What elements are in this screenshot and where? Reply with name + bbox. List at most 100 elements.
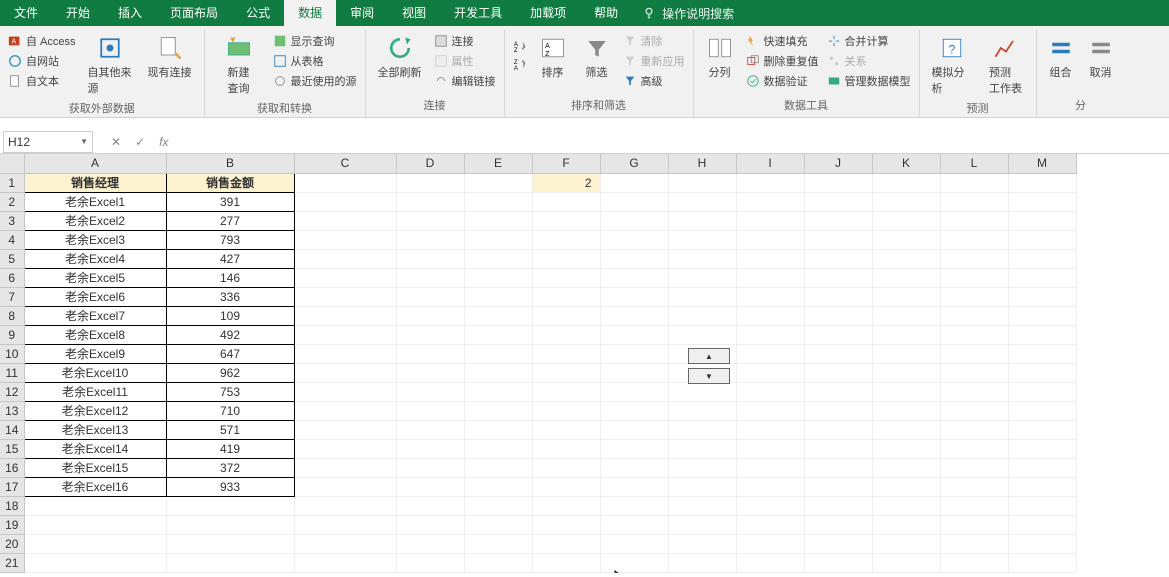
btn-sort-desc[interactable]: ZA (511, 56, 529, 72)
cell-G15[interactable] (600, 439, 668, 458)
cell-M6[interactable] (1008, 268, 1076, 287)
formula-input[interactable] (186, 131, 1169, 153)
btn-new-query[interactable]: 新建 查询 (211, 30, 267, 98)
btn-from-access[interactable]: A自 Access (6, 32, 78, 50)
cell-M20[interactable] (1008, 534, 1076, 553)
cell-H9[interactable] (668, 325, 736, 344)
row-header-6[interactable]: 6 (0, 268, 24, 287)
cell-E16[interactable] (464, 458, 532, 477)
cell-B21[interactable] (166, 553, 294, 572)
cell-A2[interactable]: 老余Excel1 (24, 192, 166, 211)
tab-layout[interactable]: 页面布局 (156, 0, 232, 26)
cell-A10[interactable]: 老余Excel9 (24, 344, 166, 363)
cell-L1[interactable] (940, 173, 1008, 192)
cell-D3[interactable] (396, 211, 464, 230)
cell-L19[interactable] (940, 515, 1008, 534)
cell-L13[interactable] (940, 401, 1008, 420)
cell-M11[interactable] (1008, 363, 1076, 382)
col-header-A[interactable]: A (24, 154, 166, 173)
cell-H6[interactable] (668, 268, 736, 287)
cell-A6[interactable]: 老余Excel5 (24, 268, 166, 287)
cell-A11[interactable]: 老余Excel10 (24, 363, 166, 382)
cell-L11[interactable] (940, 363, 1008, 382)
confirm-formula-icon[interactable]: ✓ (135, 135, 145, 149)
cell-I9[interactable] (736, 325, 804, 344)
cell-J8[interactable] (804, 306, 872, 325)
row-header-17[interactable]: 17 (0, 477, 24, 496)
btn-what-if[interactable]: ? 模拟分析 (926, 30, 978, 98)
cell-D11[interactable] (396, 363, 464, 382)
cell-A7[interactable]: 老余Excel6 (24, 287, 166, 306)
cell-J6[interactable] (804, 268, 872, 287)
cell-B16[interactable]: 372 (166, 458, 294, 477)
col-header-E[interactable]: E (464, 154, 532, 173)
cell-K15[interactable] (872, 439, 940, 458)
tab-addins[interactable]: 加载项 (516, 0, 580, 26)
cell-A4[interactable]: 老余Excel3 (24, 230, 166, 249)
cell-I19[interactable] (736, 515, 804, 534)
btn-edit-links[interactable]: 编辑链接 (432, 72, 498, 90)
cell-C11[interactable] (294, 363, 396, 382)
cell-A13[interactable]: 老余Excel12 (24, 401, 166, 420)
tab-dev[interactable]: 开发工具 (440, 0, 516, 26)
tab-file[interactable]: 文件 (0, 0, 52, 26)
cell-J2[interactable] (804, 192, 872, 211)
cell-E11[interactable] (464, 363, 532, 382)
cell-I18[interactable] (736, 496, 804, 515)
cell-E3[interactable] (464, 211, 532, 230)
cell-B4[interactable]: 793 (166, 230, 294, 249)
tab-formulas[interactable]: 公式 (232, 0, 284, 26)
cell-E10[interactable] (464, 344, 532, 363)
cell-K7[interactable] (872, 287, 940, 306)
row-header-2[interactable]: 2 (0, 192, 24, 211)
cell-I4[interactable] (736, 230, 804, 249)
btn-data-model[interactable]: 管理数据模型 (825, 72, 913, 90)
btn-connections[interactable]: 连接 (432, 32, 498, 50)
cell-C16[interactable] (294, 458, 396, 477)
cell-H16[interactable] (668, 458, 736, 477)
cell-D17[interactable] (396, 477, 464, 496)
cell-M1[interactable] (1008, 173, 1076, 192)
cell-G14[interactable] (600, 420, 668, 439)
cell-M13[interactable] (1008, 401, 1076, 420)
cell-E6[interactable] (464, 268, 532, 287)
cell-C21[interactable] (294, 553, 396, 572)
cell-F15[interactable] (532, 439, 600, 458)
row-header-12[interactable]: 12 (0, 382, 24, 401)
cell-E19[interactable] (464, 515, 532, 534)
cell-F2[interactable] (532, 192, 600, 211)
col-header-K[interactable]: K (872, 154, 940, 173)
cell-E20[interactable] (464, 534, 532, 553)
cell-M12[interactable] (1008, 382, 1076, 401)
cell-A1[interactable]: 销售经理 (24, 173, 166, 192)
cell-H4[interactable] (668, 230, 736, 249)
btn-from-table[interactable]: 从表格 (271, 52, 359, 70)
cell-D6[interactable] (396, 268, 464, 287)
cell-G8[interactable] (600, 306, 668, 325)
row-header-16[interactable]: 16 (0, 458, 24, 477)
cell-B5[interactable]: 427 (166, 249, 294, 268)
cell-J14[interactable] (804, 420, 872, 439)
cell-A21[interactable] (24, 553, 166, 572)
btn-ungroup[interactable]: 取消 (1083, 30, 1119, 82)
row-header-19[interactable]: 19 (0, 515, 24, 534)
cell-J12[interactable] (804, 382, 872, 401)
cell-K9[interactable] (872, 325, 940, 344)
cell-M14[interactable] (1008, 420, 1076, 439)
cell-D4[interactable] (396, 230, 464, 249)
cell-D19[interactable] (396, 515, 464, 534)
cell-F11[interactable] (532, 363, 600, 382)
cell-B1[interactable]: 销售金额 (166, 173, 294, 192)
spin-down-button[interactable]: ▼ (688, 368, 730, 384)
cell-E13[interactable] (464, 401, 532, 420)
cell-C10[interactable] (294, 344, 396, 363)
cell-K5[interactable] (872, 249, 940, 268)
cell-I17[interactable] (736, 477, 804, 496)
cell-K8[interactable] (872, 306, 940, 325)
cell-B12[interactable]: 753 (166, 382, 294, 401)
cell-G13[interactable] (600, 401, 668, 420)
cell-I5[interactable] (736, 249, 804, 268)
cell-G18[interactable] (600, 496, 668, 515)
row-header-15[interactable]: 15 (0, 439, 24, 458)
cell-I16[interactable] (736, 458, 804, 477)
